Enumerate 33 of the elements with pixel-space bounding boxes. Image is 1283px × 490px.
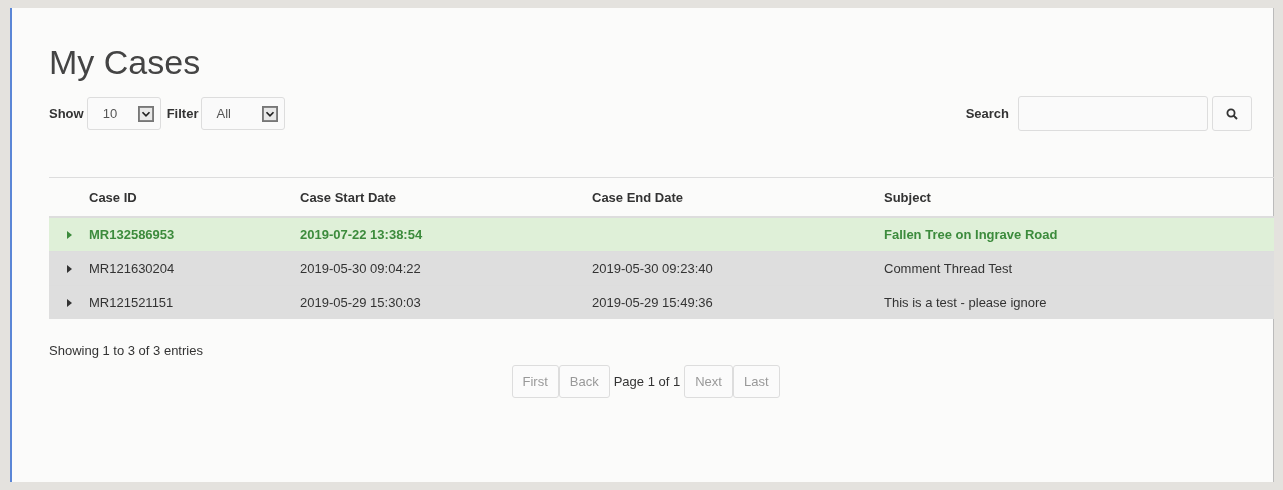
table-row[interactable]: MR132586953 2019-07-22 13:38:54 Fallen Tree on Ingrave Road [49, 217, 1274, 252]
table-cell: 2019-05-30 09:04:22 [300, 261, 421, 276]
table-cell: This is a test - please ignore [884, 295, 1047, 310]
table-cell: Fallen Tree on Ingrave Road [884, 227, 1058, 242]
show-select[interactable]: 10 [86, 97, 161, 130]
table-row[interactable]: MR121630204 2019-05-30 09:04:22 2019-05-30 09:23:40 Comment Thread Test [49, 251, 1274, 286]
table-cell: Comment Thread Test [884, 261, 1013, 276]
filter-select[interactable]: All [201, 97, 286, 130]
column-header: Subject [884, 189, 931, 205]
entries-info: Showing 1 to 3 of 3 entries [49, 343, 203, 358]
table-cell: 2019-05-29 15:30:03 [300, 295, 421, 310]
expand-icon[interactable] [66, 299, 72, 307]
table-cell: 2019-05-30 09:23:40 [592, 261, 713, 276]
column-header: Case Start Date [300, 189, 397, 205]
table-cell: MR132586953 [89, 227, 175, 242]
filter-label: Filter [166, 106, 199, 121]
caret-icon [137, 105, 154, 122]
caret-icon [262, 105, 279, 122]
table-cell: 2019-07-22 13:38:54 [300, 227, 423, 242]
search-field[interactable] [1018, 96, 1208, 131]
column-header: Case ID [89, 189, 137, 205]
column-header: Case End Date [592, 189, 684, 205]
table-cell: 2019-05-29 15:49:36 [592, 295, 713, 310]
page-title: My Cases [49, 42, 201, 82]
show-label: Show [49, 106, 84, 121]
search-button[interactable] [1212, 96, 1252, 131]
expand-icon[interactable] [66, 265, 72, 273]
search-label: Search [965, 106, 1009, 121]
search-icon [1226, 107, 1238, 120]
table-cell: MR121521151 [89, 295, 174, 310]
page-indicator: Page 1 of 1 [613, 374, 681, 389]
table-row[interactable]: MR121521151 2019-05-29 15:30:03 2019-05-29 15:49:36 This is a test - please ignore [49, 285, 1274, 319]
table-cell: MR121630204 [89, 261, 175, 276]
